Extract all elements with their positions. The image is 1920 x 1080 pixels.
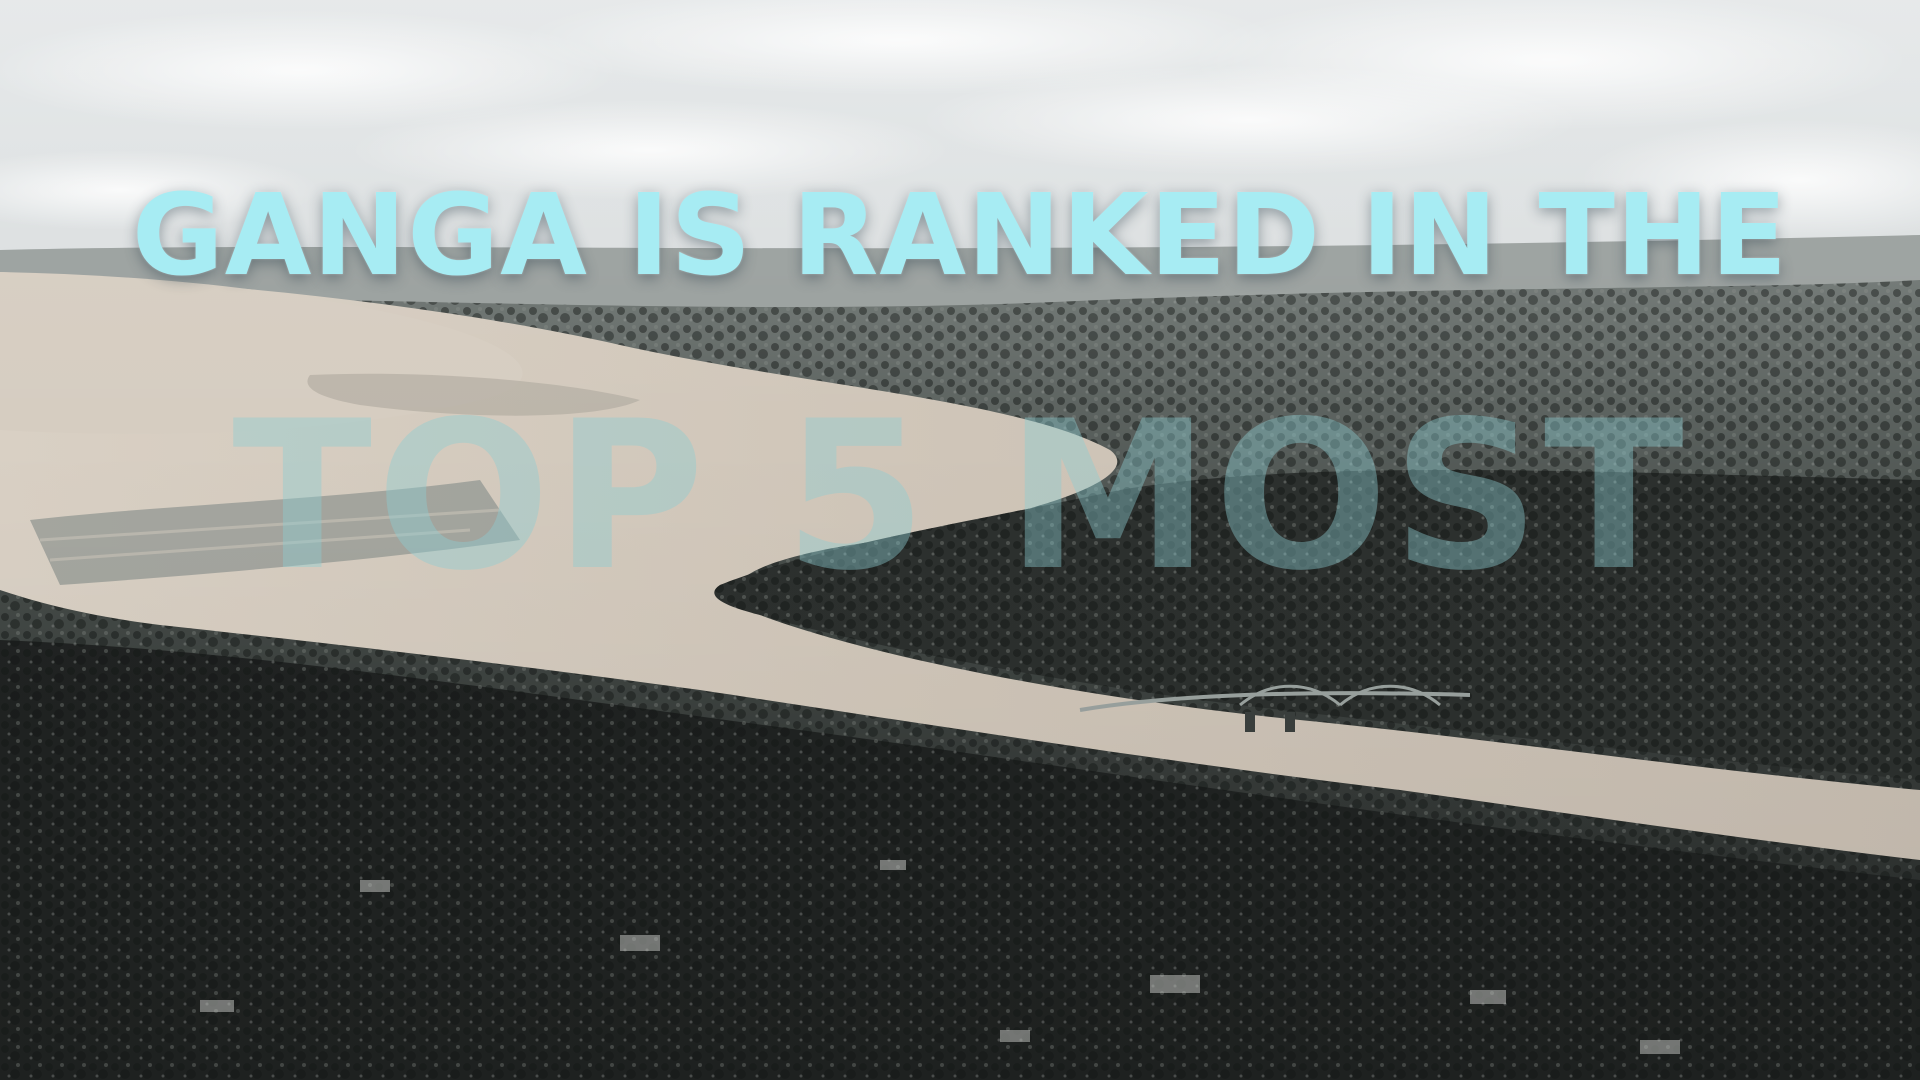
caption-line-2: TOP 5 MOST bbox=[232, 378, 1688, 616]
video-frame: GANGA IS RANKED IN THE TOP 5 MOST bbox=[0, 0, 1920, 1080]
caption-line-1: GANGA IS RANKED IN THE bbox=[131, 171, 1789, 301]
